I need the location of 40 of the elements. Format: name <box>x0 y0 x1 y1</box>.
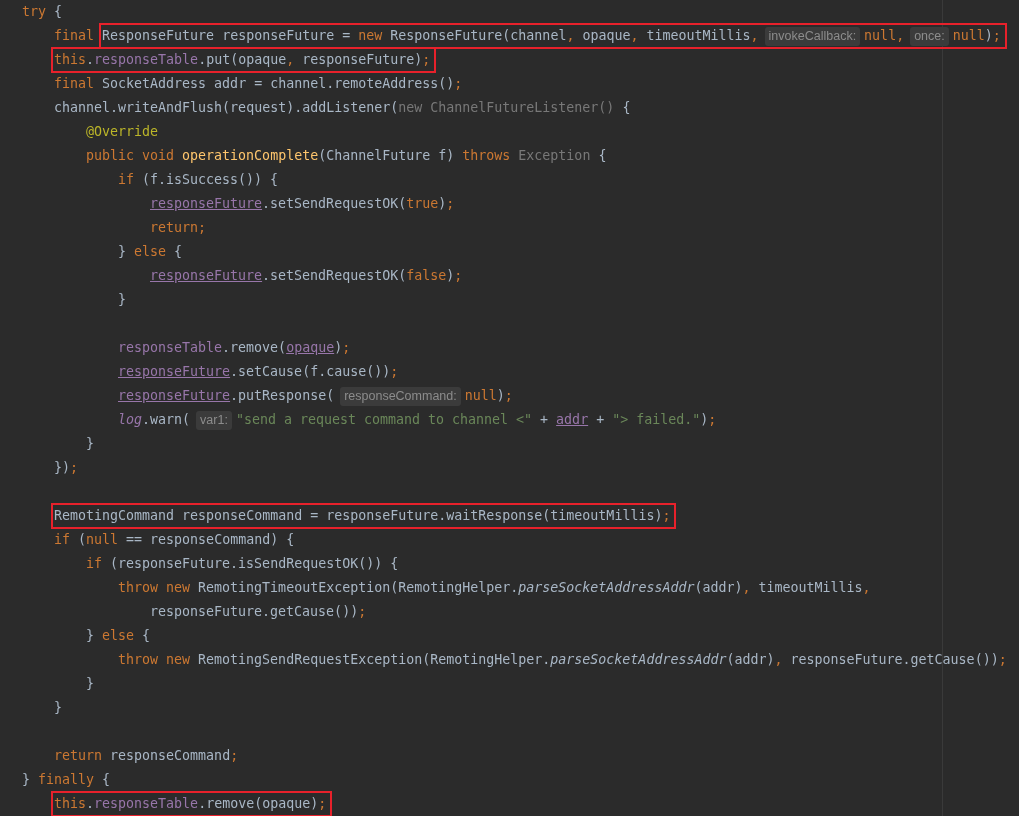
code-text: final <box>54 27 96 45</box>
code-text: null, <box>864 27 905 45</box>
code-text: this.responseTable.remove(opaque); <box>54 795 327 813</box>
code-text: try { <box>22 3 63 21</box>
code-text: log.warn( <box>118 411 191 429</box>
code-text: } <box>86 435 94 453</box>
code-text: } else { <box>86 627 151 645</box>
code-text: responseTable.remove(opaque); <box>118 339 351 357</box>
code-text: throw new RemotingTimeoutException(RemotingHelper.parseSocketAddressAddr(addr), timeoutMillis, <box>118 579 871 597</box>
code-text: responseFuture.setCause(f.cause()); <box>118 363 399 381</box>
code-text: final SocketAddress addr = channel.remoteAddress(); <box>54 75 463 93</box>
code-text: } <box>118 291 126 309</box>
inlay-hint: var1: <box>196 410 232 430</box>
code-text: return responseCommand; <box>54 747 239 765</box>
code-text: if (f.isSuccess()) { <box>118 171 279 189</box>
code-text: responseFuture.setSendRequestOK(false); <box>150 267 463 285</box>
code-text: responseFuture.putResponse( <box>118 387 335 405</box>
code-text: } finally { <box>22 771 111 789</box>
code-text: this.responseTable.put(opaque, responseFuture); <box>54 51 431 69</box>
code-text: @Override <box>86 123 159 141</box>
code-text: return; <box>150 219 207 237</box>
code-text: throw new RemotingSendRequestException(RemotingHelper.parseSocketAddressAddr(addr), responseFuture.getCause()); <box>118 651 1007 669</box>
code-text: } <box>86 675 94 693</box>
code-text: } <box>54 699 62 717</box>
code-text: public void operationComplete(ChannelFuture f) throws Exception { <box>86 147 607 165</box>
code-text: } else { <box>118 243 183 261</box>
code-text: responseFuture.getCause()); <box>150 603 367 621</box>
code-text: if (responseFuture.isSendRequestOK()) { <box>86 555 399 573</box>
code-text: }); <box>54 459 79 477</box>
inlay-hint: invokeCallback: <box>764 26 861 46</box>
code-text: null); <box>952 27 1001 45</box>
code-text: "send a request command to channel <" + addr + "> failed."); <box>235 411 717 429</box>
code-text: responseFuture.setSendRequestOK(true); <box>150 195 455 213</box>
inlay-hint: responseCommand: <box>340 386 461 406</box>
code-text: null); <box>464 387 513 405</box>
code-text: channel.writeAndFlush(request).addListener(new ChannelFutureListener() { <box>54 99 631 117</box>
code-text: RemotingCommand responseCommand = responseFuture.waitResponse(timeoutMillis); <box>54 507 671 525</box>
inlay-hint: once: <box>910 26 949 46</box>
code-text: if (null == responseCommand) { <box>54 531 295 549</box>
code-text: ResponseFuture responseFuture = new ResponseFuture(channel, opaque, timeoutMillis, <box>102 27 759 45</box>
